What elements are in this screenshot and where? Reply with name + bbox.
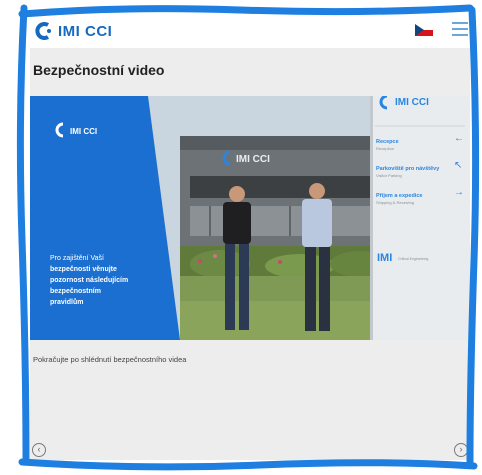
imi-cci-logo[interactable]: IMI CCI xyxy=(34,20,112,42)
overlay-line-3: pozornost následujícím xyxy=(50,277,128,284)
sign-bottom-small-text: Critical Engineering xyxy=(398,257,428,261)
sign-item-1-main: Recepce xyxy=(376,139,399,145)
arrow-right-icon: → xyxy=(454,187,464,198)
sign-bottom-text: IMI xyxy=(377,252,392,264)
sign-top-text: IMI CCI xyxy=(395,97,429,108)
sign-item-3-main: Příjem a expedice xyxy=(376,193,422,199)
imi-logo-icon xyxy=(35,22,51,40)
overlay-line-1: Pro zajištění Vaší xyxy=(50,255,104,262)
chevron-left-icon[interactable]: ‹ xyxy=(32,443,46,457)
logo-text: IMI CCI xyxy=(58,22,113,40)
sign-item-2-main: Parkoviště pro návštěvy xyxy=(376,166,440,172)
overlay-logo-text: IMI CCI xyxy=(70,127,97,136)
czech-flag-icon[interactable] xyxy=(415,24,433,36)
sign-item-2-sub: Visitor Parking xyxy=(376,173,402,178)
continue-caption: Pokračujte po shlédnutí bezpečnostního v… xyxy=(33,355,187,364)
sign-item-1-sub: Reception xyxy=(376,146,394,151)
hamburger-icon[interactable] xyxy=(452,22,468,36)
arrow-upleft-icon: ↖ xyxy=(454,160,462,171)
app-screen: IMI CCI Bezpečnostní video IMI CCI IMI C… xyxy=(30,14,470,460)
overlay-line-4: bezpečnostním xyxy=(50,288,101,295)
safety-video[interactable]: IMI CCI IMI CCI Recepce Reception ← Park… xyxy=(30,96,470,340)
page-title: Bezpečnostní video xyxy=(33,62,165,78)
overlay-line-2: bezpečnosti věnujte xyxy=(50,266,117,273)
sign-item-3-sub: Shipping & Receiving xyxy=(376,200,414,205)
video-frame: IMI CCI IMI CCI Recepce Reception ← Park… xyxy=(30,96,470,340)
overlay-line-5: pravidlům xyxy=(50,298,83,306)
building-sign-text: IMI CCI xyxy=(236,154,270,165)
direction-sign: IMI CCI Recepce Reception ← Parkoviště p… xyxy=(370,96,470,340)
arrow-left-icon: ← xyxy=(454,133,464,144)
chevron-right-icon[interactable]: › xyxy=(454,443,468,457)
top-bar: IMI CCI xyxy=(30,14,470,48)
